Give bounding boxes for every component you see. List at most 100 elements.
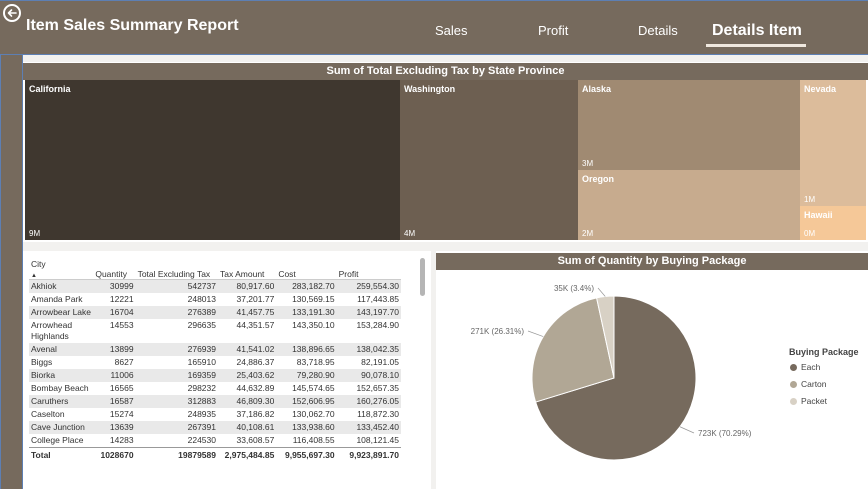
cell-value: 248935 [135, 408, 218, 421]
cell-city: Arrowhead Highlands [29, 319, 94, 343]
table-row[interactable]: Avenal 13899 276939 41,541.02 138,896.65 138,… [29, 343, 401, 356]
cell-city: Cave Junction [29, 421, 94, 434]
cell-city: Akhiok [29, 279, 94, 293]
treemap-title: Sum of Total Excluding Tax by State Prov… [23, 63, 868, 80]
treemap-tile-washington[interactable]: Washington 4M [400, 80, 580, 242]
cell-value: 40,108.61 [218, 421, 277, 434]
cell-value: 153,284.90 [336, 319, 401, 343]
table-row[interactable]: Amanda Park 12221 248013 37,201.77 130,569.1… [29, 293, 401, 306]
legend-item-packet[interactable]: Packet [790, 396, 827, 406]
cell-value: 143,350.10 [276, 319, 337, 343]
tile-label: Oregon [582, 174, 615, 184]
tab-details[interactable]: Details [638, 23, 678, 38]
cell-value: 130,569.15 [276, 293, 337, 306]
sort-ascending-icon: ▲ [31, 273, 37, 279]
table-row[interactable]: Cave Junction 13639 267391 40,108.61 133,938… [29, 421, 401, 434]
legend-swatch [790, 364, 797, 371]
cell-value: 37,186.82 [218, 408, 277, 421]
cell-value: 15274 [93, 408, 136, 421]
tile-value: 9M [29, 229, 41, 238]
total-quantity: 1028670 [93, 447, 136, 462]
table-row[interactable]: Biggs 8627 165910 24,886.37 83,718.95 82,191.… [29, 356, 401, 369]
legend-item-carton[interactable]: Carton [790, 379, 827, 389]
cell-value: 130,062.70 [276, 408, 337, 421]
tile-value: 2M [582, 229, 594, 238]
treemap-tile-nevada[interactable]: Nevada 1M [800, 80, 868, 208]
treemap-tile-california[interactable]: California 9M [25, 80, 402, 242]
city-table: City ▲ Quantity Total Excluding Tax Tax A… [29, 259, 401, 462]
table-row[interactable]: Biorka 11006 169359 25,403.62 79,280.90 90,07… [29, 369, 401, 382]
tab-sales[interactable]: Sales [435, 23, 468, 38]
treemap-tile-alaska[interactable]: Alaska 3M [578, 80, 802, 172]
tile-value: 3M [582, 159, 594, 168]
table-row[interactable]: Caselton 15274 248935 37,186.82 130,062.70 11… [29, 408, 401, 421]
column-header-total-excluding-tax[interactable]: Total Excluding Tax [135, 259, 218, 280]
cell-value: 33,608.57 [218, 434, 277, 448]
total-excluding-tax: 19879589 [135, 447, 218, 462]
total-row: Total 1028670 19879589 2,975,484.85 9,95… [29, 447, 401, 462]
tile-label: Alaska [582, 84, 612, 94]
cell-city: Arrowbear Lake [29, 306, 94, 319]
tile-value: 1M [804, 195, 816, 204]
tile-label: Hawaii [804, 210, 833, 220]
cell-value: 44,632.89 [218, 382, 277, 395]
cell-value: 152,606.95 [276, 395, 337, 408]
table-row[interactable]: Caruthers 16587 312883 46,809.30 152,606.95 1… [29, 395, 401, 408]
cell-value: 165910 [135, 356, 218, 369]
column-header-city[interactable]: City ▲ [29, 259, 94, 280]
cell-value: 152,657.35 [336, 382, 401, 395]
column-header-profit[interactable]: Profit [336, 259, 401, 280]
cell-value: 11006 [93, 369, 136, 382]
city-table-visual: City ▲ Quantity Total Excluding Tax Tax A… [23, 251, 431, 489]
cell-value: 16587 [93, 395, 136, 408]
cell-city: College Place [29, 434, 94, 448]
table-row[interactable]: Arrowhead Highlands 14553 296635 44,351.57 1… [29, 319, 401, 343]
tab-details-item[interactable]: Details Item [712, 22, 802, 40]
cell-value: 116,408.55 [276, 434, 337, 448]
cell-value: 13899 [93, 343, 136, 356]
cell-value: 312883 [135, 395, 218, 408]
cell-city: Caruthers [29, 395, 94, 408]
cell-value: 79,280.90 [276, 369, 337, 382]
column-header-cost[interactable]: Cost [276, 259, 337, 280]
cell-value: 283,182.70 [276, 279, 337, 293]
cell-city: Bombay Beach [29, 382, 94, 395]
cell-value: 14553 [93, 319, 136, 343]
cell-value: 138,042.35 [336, 343, 401, 356]
treemap-tile-hawaii[interactable]: Hawaii 0M [800, 206, 868, 242]
pie-title: Sum of Quantity by Buying Package [436, 253, 868, 270]
active-tab-underline [706, 44, 806, 47]
cell-value: 46,809.30 [218, 395, 277, 408]
legend-label: Packet [801, 396, 827, 406]
back-arrow-icon[interactable] [3, 4, 21, 22]
cell-value: 12221 [93, 293, 136, 306]
column-header-quantity[interactable]: Quantity [93, 259, 136, 280]
cell-city: Avenal [29, 343, 94, 356]
total-cost: 9,955,697.30 [276, 447, 337, 462]
cell-value: 118,872.30 [336, 408, 401, 421]
page-title: Item Sales Summary Report [26, 17, 239, 34]
table-row[interactable]: Bombay Beach 16565 298232 44,632.89 145,574.… [29, 382, 401, 395]
cell-value: 143,197.70 [336, 306, 401, 319]
left-sidebar [0, 55, 23, 489]
treemap-tile-oregon[interactable]: Oregon 2M [578, 170, 802, 242]
table-row[interactable]: College Place 14283 224530 33,608.57 116,408… [29, 434, 401, 448]
table-scrollbar[interactable] [420, 258, 425, 296]
tile-value: 4M [404, 229, 416, 238]
legend-item-each[interactable]: Each [790, 362, 820, 372]
column-header-tax-amount[interactable]: Tax Amount [218, 259, 277, 280]
cell-value: 117,443.85 [336, 293, 401, 306]
cell-value: 276939 [135, 343, 218, 356]
legend-label: Carton [801, 379, 827, 389]
cell-value: 41,541.02 [218, 343, 277, 356]
tab-profit[interactable]: Profit [538, 23, 568, 38]
cell-value: 37,201.77 [218, 293, 277, 306]
cell-value: 145,574.65 [276, 382, 337, 395]
table-row[interactable]: Akhiok 30999 542737 80,917.60 283,182.70 259,… [29, 279, 401, 293]
cell-city: Biorka [29, 369, 94, 382]
table-row[interactable]: Arrowbear Lake 16704 276389 41,457.75 133,19… [29, 306, 401, 319]
cell-city: Caselton [29, 408, 94, 421]
cell-value: 259,554.30 [336, 279, 401, 293]
cell-value: 267391 [135, 421, 218, 434]
legend-title: Buying Package [789, 347, 859, 357]
